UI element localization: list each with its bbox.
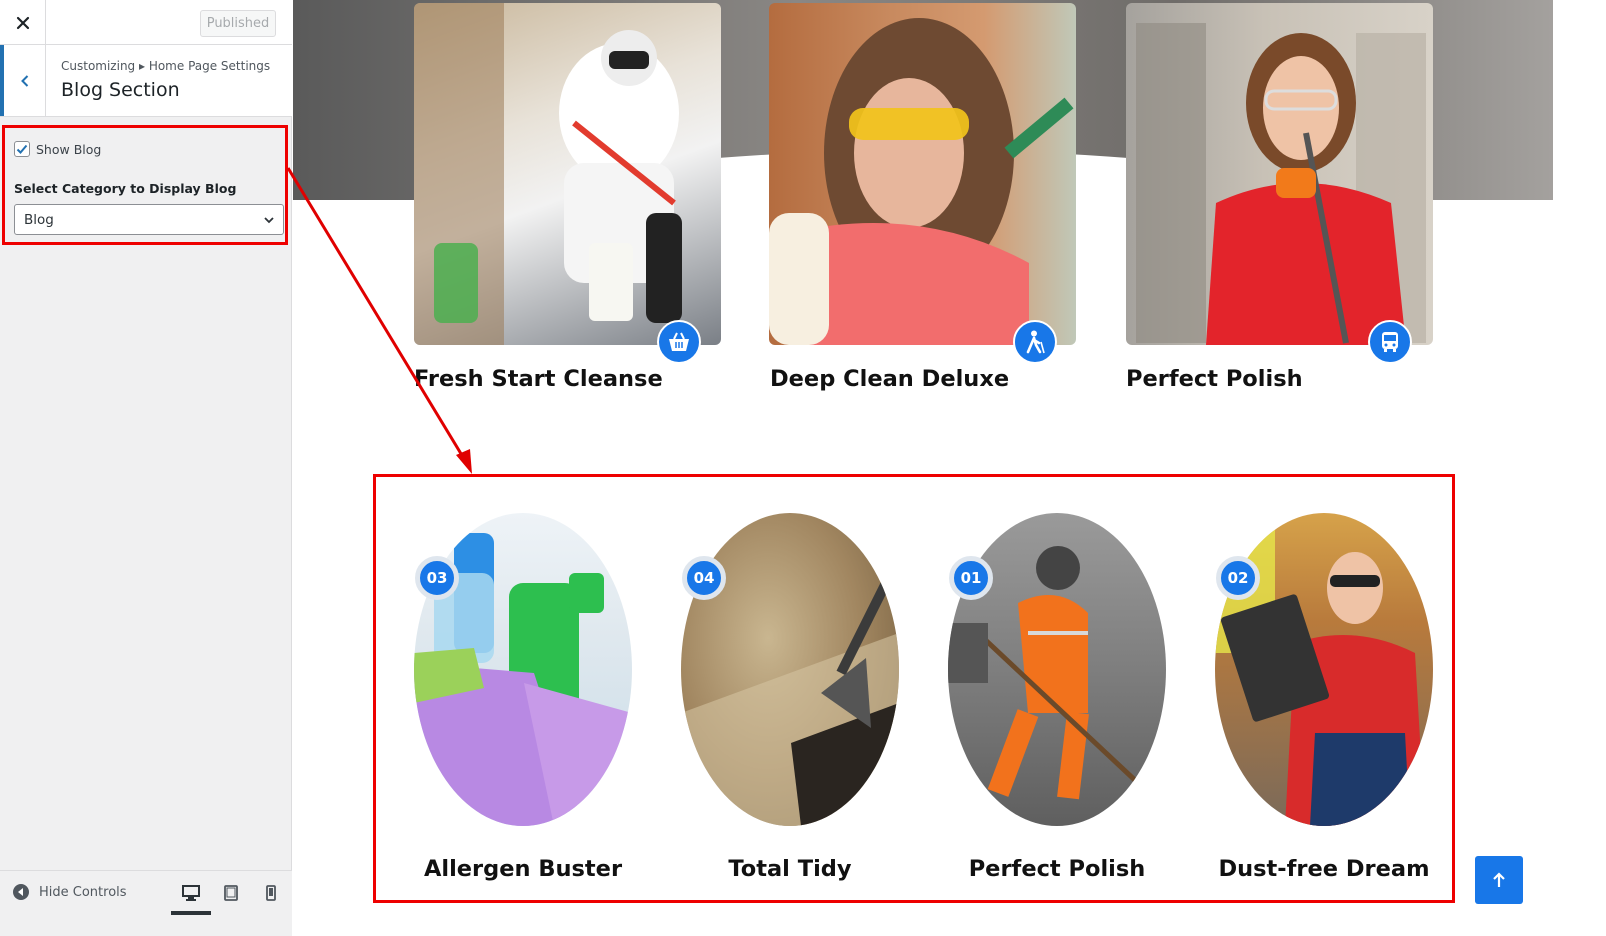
scroll-to-top-button[interactable] [1475, 856, 1523, 904]
customizer-window: Published Customizing ▸ Home Page Settin… [0, 0, 1606, 936]
blog-title-3[interactable]: Perfect Polish [917, 856, 1197, 882]
blog-number-badge: 04 [682, 556, 726, 600]
person-walking-icon [1026, 330, 1045, 354]
service-image-woman-red[interactable] [1126, 3, 1433, 345]
hide-controls-label: Hide Controls [39, 884, 127, 900]
service-badge-2[interactable] [1013, 320, 1057, 364]
blog-title-2[interactable]: Total Tidy [650, 856, 930, 882]
service-image-worker-suit[interactable] [414, 3, 721, 345]
category-select-value: Blog [24, 211, 54, 228]
sidebar-footer: Hide Controls [0, 870, 292, 936]
preview-tablet-button[interactable] [221, 883, 241, 903]
collapse-icon [13, 884, 29, 900]
service-title-3[interactable]: Perfect Polish [1126, 366, 1303, 392]
preview-mobile-button[interactable] [261, 883, 281, 903]
blog-title-1[interactable]: Allergen Buster [383, 856, 663, 882]
service-badge-1[interactable] [657, 320, 701, 364]
service-title-1[interactable]: Fresh Start Cleanse [414, 366, 663, 392]
service-title-2[interactable]: Deep Clean Deluxe [770, 366, 1009, 392]
sidebar-header: Published [0, 0, 292, 45]
publish-button[interactable]: Published [200, 10, 276, 37]
blog-number-badge: 02 [1216, 556, 1260, 600]
show-blog-checkbox[interactable] [14, 141, 30, 157]
blog-controls-highlight: Show Blog Select Category to Display Blo… [2, 125, 288, 245]
close-icon [16, 16, 29, 29]
chevron-down-icon [264, 217, 274, 224]
arrow-up-icon [1493, 872, 1505, 887]
customizer-sidebar: Published Customizing ▸ Home Page Settin… [0, 0, 292, 936]
preview-desktop-button[interactable] [181, 883, 201, 903]
desktop-icon [182, 885, 200, 901]
breadcrumb: Customizing ▸ Home Page Settings [61, 59, 271, 73]
blog-title-4[interactable]: Dust-free Dream [1184, 856, 1464, 882]
close-customizer-button[interactable] [0, 0, 46, 45]
hide-controls-button[interactable]: Hide Controls [13, 884, 127, 900]
mobile-icon [266, 885, 276, 901]
basket-icon [669, 332, 689, 351]
category-select[interactable]: Blog [14, 204, 284, 235]
blog-number-badge: 01 [949, 556, 993, 600]
category-label: Select Category to Display Blog [14, 181, 237, 196]
section-heading: Customizing ▸ Home Page Settings Blog Se… [0, 45, 292, 117]
tablet-icon [224, 885, 238, 901]
chevron-left-icon [20, 74, 28, 87]
show-blog-row[interactable]: Show Blog [14, 141, 101, 157]
service-badge-3[interactable] [1368, 320, 1412, 364]
checkmark-icon [16, 144, 28, 154]
site-preview[interactable]: Fresh Start Cleanse Deep Clean Deluxe Pe… [293, 0, 1553, 936]
back-button[interactable] [0, 45, 46, 116]
active-device-indicator [171, 911, 211, 915]
bus-icon [1382, 332, 1398, 352]
blog-number-badge: 03 [415, 556, 459, 600]
show-blog-label: Show Blog [36, 141, 102, 157]
service-image-girl-goggles[interactable] [769, 3, 1076, 345]
section-title: Blog Section [61, 79, 180, 101]
